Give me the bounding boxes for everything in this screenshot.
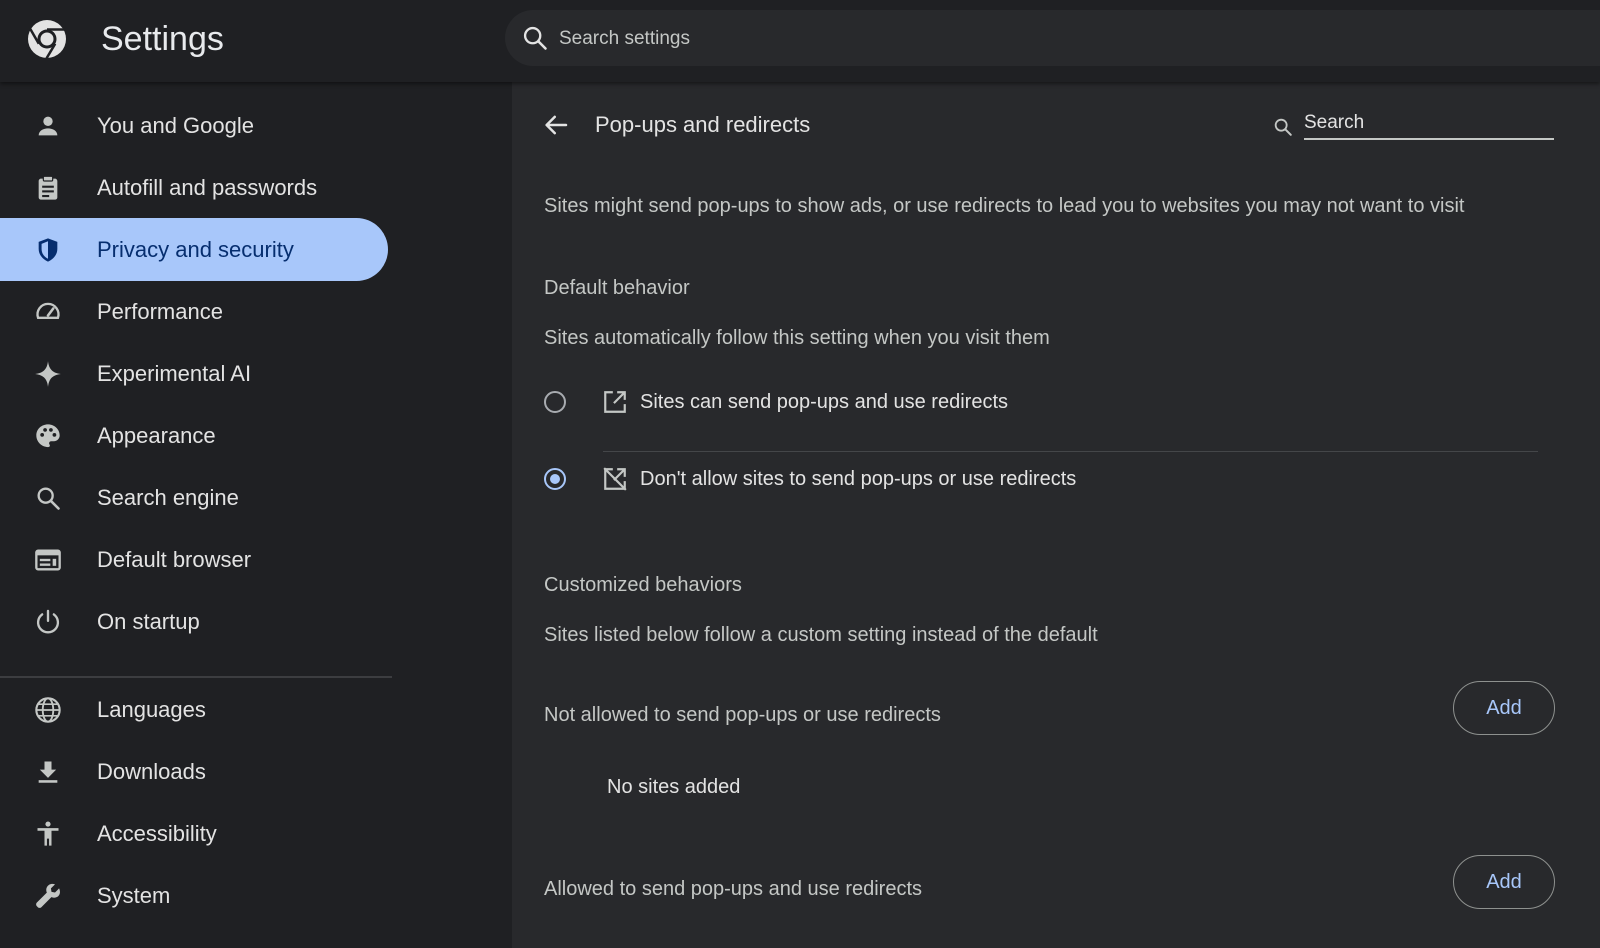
- search-icon: [1274, 118, 1292, 136]
- sidebar-item-autofill[interactable]: Autofill and passwords: [0, 156, 388, 219]
- search-icon: [523, 26, 547, 50]
- shield-icon: [38, 238, 58, 262]
- sidebar-item-appearance[interactable]: Appearance: [0, 404, 388, 467]
- option-divider: [603, 451, 1538, 452]
- globe-icon: [35, 697, 61, 723]
- no-sites-added-text: No sites added: [607, 776, 741, 798]
- sidebar-item-label: Performance: [97, 299, 223, 324]
- power-icon: [36, 609, 60, 634]
- sidebar-item-on-startup[interactable]: On startup: [0, 590, 388, 653]
- customized-behaviors-heading: Customized behaviors: [544, 574, 742, 596]
- top-bar: Settings: [0, 0, 1600, 82]
- radio-option-allow[interactable]: Sites can send pop-ups and use redirects: [542, 374, 1572, 434]
- sidebar-item-accessibility[interactable]: Accessibility: [0, 802, 388, 865]
- person-icon: [38, 116, 58, 136]
- sidebar-item-search-engine[interactable]: Search engine: [0, 466, 388, 529]
- sidebar-item-label: Search engine: [97, 485, 239, 510]
- sidebar-item-experimental-ai[interactable]: Experimental AI: [0, 342, 388, 405]
- sidebar-item-label: Autofill and passwords: [97, 175, 318, 200]
- sidebar-item-label: Experimental AI: [97, 361, 252, 386]
- sidebar: You and Google Autofill and passwords Pr…: [0, 82, 512, 948]
- palette-icon: [36, 424, 60, 448]
- sidebar-item-label: Appearance: [97, 423, 216, 448]
- back-arrow-icon[interactable]: [541, 110, 571, 140]
- radio-button[interactable]: [544, 391, 566, 413]
- sidebar-item-label: Downloads: [97, 759, 206, 784]
- settings-search-box[interactable]: [505, 10, 1600, 66]
- customized-behaviors-subtext: Sites listed below follow a custom setti…: [544, 624, 1098, 646]
- sidebar-item-label: Accessibility: [97, 821, 217, 846]
- chrome-logo-icon: [28, 20, 66, 60]
- blocked-popup-icon: [603, 467, 627, 491]
- download-icon: [38, 761, 58, 783]
- open-in-new-icon: [604, 391, 626, 413]
- sidebar-item-label: Privacy and security: [97, 237, 294, 262]
- radio-option-block[interactable]: Don't allow sites to send pop-ups or use…: [542, 451, 1572, 511]
- sidebar-item-default-browser[interactable]: Default browser: [0, 528, 388, 591]
- page-search-input[interactable]: [1304, 108, 1554, 140]
- page-description: Sites might send pop-ups to show ads, or…: [544, 195, 1465, 217]
- radio-option-label: Don't allow sites to send pop-ups or use…: [640, 468, 1077, 490]
- wrench-icon: [36, 883, 60, 908]
- default-behavior-subtext: Sites automatically follow this setting …: [544, 327, 1050, 349]
- radio-option-label: Sites can send pop-ups and use redirects: [640, 391, 1008, 413]
- sidebar-item-label: Languages: [97, 697, 206, 722]
- sidebar-item-label: On startup: [97, 609, 200, 634]
- sidebar-item-performance[interactable]: Performance: [0, 280, 388, 343]
- radio-button-checked[interactable]: [544, 468, 566, 490]
- allowed-section-label: Allowed to send pop-ups and use redirect…: [544, 878, 923, 900]
- search-icon: [37, 487, 60, 510]
- sidebar-item-system[interactable]: System: [0, 864, 388, 927]
- clipboard-icon: [38, 175, 58, 200]
- sidebar-item-label: You and Google: [97, 113, 254, 138]
- sidebar-item-label: Default browser: [97, 547, 252, 572]
- app-title: Settings: [101, 20, 224, 58]
- main-panel: Pop-ups and redirects Sites might send p…: [512, 82, 1600, 948]
- not-allowed-section-label: Not allowed to send pop-ups or use redir…: [544, 704, 941, 726]
- sidebar-item-privacy-and-security[interactable]: Privacy and security: [0, 218, 388, 281]
- add-not-allowed-site-button[interactable]: Add: [1453, 681, 1555, 735]
- speedometer-icon: [36, 302, 60, 319]
- browser-window-icon: [35, 549, 61, 571]
- accessibility-icon: [37, 821, 59, 846]
- sparkle-icon: [35, 361, 61, 387]
- page-title: Pop-ups and redirects: [595, 112, 811, 137]
- sidebar-item-languages[interactable]: Languages: [0, 678, 388, 741]
- sidebar-item-label: System: [97, 883, 171, 908]
- settings-search-input[interactable]: [557, 22, 1261, 56]
- sidebar-item-you-and-google[interactable]: You and Google: [0, 94, 388, 157]
- page-search[interactable]: [1272, 108, 1574, 144]
- add-allowed-site-button[interactable]: Add: [1453, 855, 1555, 909]
- sidebar-item-downloads[interactable]: Downloads: [0, 740, 388, 803]
- default-behavior-heading: Default behavior: [544, 277, 690, 299]
